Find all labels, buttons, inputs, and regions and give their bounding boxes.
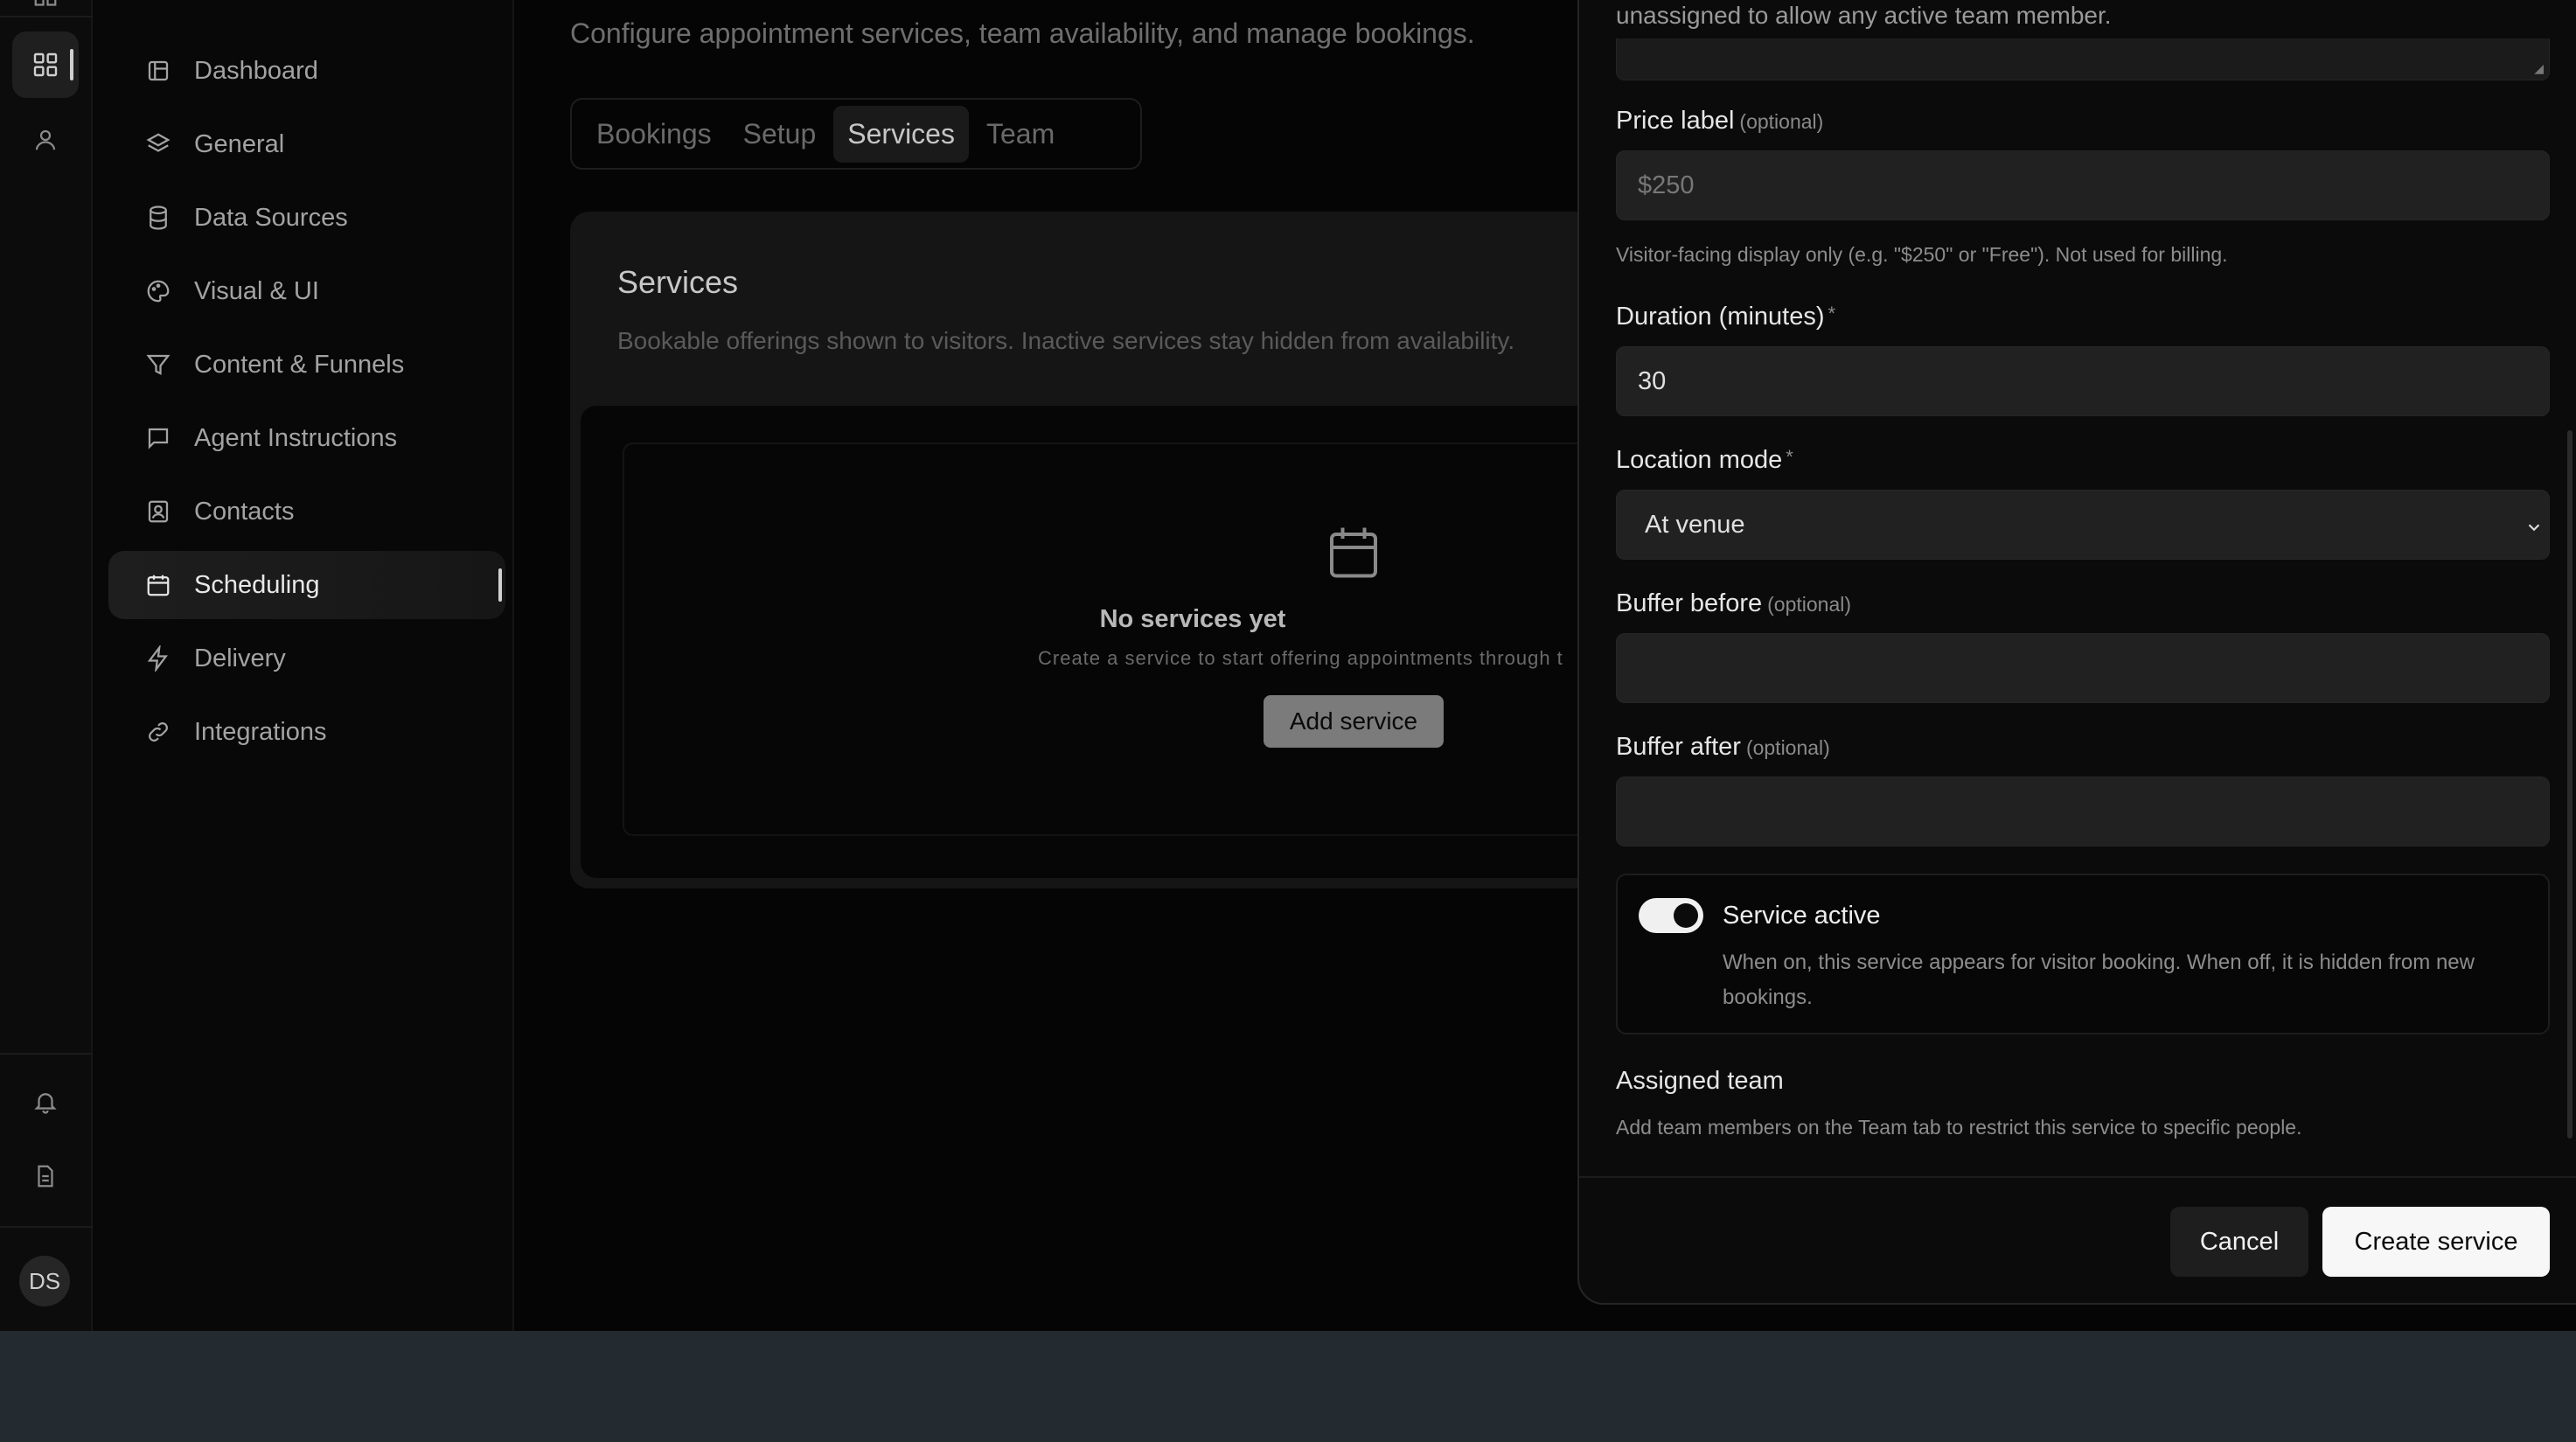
page-subtitle: Configure appointment services, team ava… (570, 17, 1475, 49)
price-label: Price label (optional) (1616, 107, 1824, 135)
sidebar-item-data-sources[interactable]: Data Sources (108, 184, 505, 252)
sidebar-item-label: Agent Instructions (194, 423, 398, 452)
bell-icon[interactable] (12, 1069, 79, 1135)
sidebar-item-label: Data Sources (194, 203, 348, 232)
sidebar-item-label: Visual & UI (194, 276, 319, 305)
services-title: Services (617, 264, 739, 300)
tab-bar: Bookings Setup Services Team (570, 98, 1142, 170)
duration-label: Duration (minutes) * (1616, 303, 1836, 331)
create-service-drawer: unassigned to allow any active team memb… (1577, 0, 2576, 1305)
buffer-before-input[interactable] (1616, 633, 2550, 703)
price-input[interactable]: $250 (1616, 150, 2550, 220)
user-icon[interactable] (12, 107, 79, 173)
funnel-icon (146, 354, 171, 375)
create-service-button[interactable]: Create service (2322, 1207, 2550, 1277)
lightning-icon (147, 645, 168, 672)
services-description: Bookable offerings shown to visitors. In… (617, 327, 1515, 354)
buffer-after-label: Buffer after (optional) (1616, 733, 1830, 761)
service-active-card: Service active When on, this service app… (1616, 874, 2550, 1034)
location-mode-select[interactable]: At venue (1616, 490, 2550, 560)
app-window: DS Dashboard General Data Sources Visual… (0, 0, 2576, 1331)
drawer-scrollbar[interactable] (2567, 430, 2573, 1139)
rail-divider (0, 1226, 93, 1228)
cancel-button[interactable]: Cancel (2170, 1207, 2308, 1277)
services-card: Services Bookable offerings shown to vis… (570, 212, 1698, 888)
contact-card-icon (148, 500, 169, 523)
calendar-icon (147, 575, 170, 596)
sidebar-item-integrations[interactable]: Integrations (108, 698, 505, 766)
sidebar-item-general[interactable]: General (108, 110, 505, 178)
location-mode-value: At venue (1645, 510, 1745, 539)
sidebar-item-contacts[interactable]: Contacts (108, 477, 505, 546)
add-service-button[interactable]: Add service (1264, 695, 1444, 748)
service-active-toggle[interactable] (1639, 898, 1703, 933)
drawer-footer-divider (1579, 1176, 2576, 1178)
layers-icon (146, 133, 171, 152)
database-icon (150, 206, 167, 230)
sidebar-item-dashboard[interactable]: Dashboard (108, 37, 505, 105)
document-icon[interactable] (12, 1143, 79, 1209)
rail-divider (0, 16, 93, 17)
resize-handle-icon[interactable]: ◢ (2534, 61, 2544, 76)
sidebar-item-content-funnels[interactable]: Content & Funnels (108, 331, 505, 399)
sidebar-item-label: Delivery (194, 644, 286, 672)
icon-rail: DS (0, 0, 93, 1331)
buffer-before-label: Buffer before (optional) (1616, 589, 1852, 617)
sidebar: Dashboard General Data Sources Visual & … (93, 0, 514, 1331)
buffer-after-input[interactable] (1616, 777, 2550, 846)
empty-state (623, 442, 1698, 836)
dashboard-icon (148, 60, 169, 81)
empty-state-description: Create a service to start offering appoi… (1038, 647, 1563, 669)
sidebar-item-delivery[interactable]: Delivery (108, 624, 505, 693)
tab-setup[interactable]: Setup (729, 106, 831, 163)
apps-grid-icon[interactable] (12, 31, 79, 98)
sidebar-item-scheduling[interactable]: Scheduling (108, 551, 505, 619)
tab-bookings[interactable]: Bookings (582, 106, 726, 163)
price-help-text: Visitor-facing display only (e.g. "$250"… (1616, 243, 2228, 266)
duration-input[interactable]: 30 (1616, 346, 2550, 416)
sidebar-item-visual-ui[interactable]: Visual & UI (108, 257, 505, 325)
description-textarea[interactable]: ◢ (1616, 38, 2550, 80)
service-active-title: Service active (1723, 902, 1881, 930)
sidebar-item-label: Contacts (194, 497, 295, 526)
assigned-team-help: Add team members on the Team tab to rest… (1616, 1116, 2302, 1139)
assigned-team-title: Assigned team (1616, 1067, 1784, 1095)
palette-icon (147, 280, 170, 303)
assignment-help-text: unassigned to allow any active team memb… (1616, 2, 2112, 29)
sidebar-item-label: Scheduling (194, 570, 320, 599)
avatar[interactable]: DS (19, 1256, 70, 1306)
sidebar-item-label: Integrations (194, 717, 327, 746)
tab-team[interactable]: Team (972, 106, 1069, 163)
chevron-down-icon (2524, 515, 2544, 544)
calendar-icon (1327, 523, 1380, 585)
service-active-description: When on, this service appears for visito… (1723, 951, 2475, 1009)
services-panel (581, 406, 1698, 878)
message-square-icon (148, 428, 169, 449)
sidebar-item-label: Dashboard (194, 56, 318, 85)
rail-divider (0, 1053, 93, 1055)
tab-services[interactable]: Services (833, 105, 969, 163)
sidebar-item-label: Content & Funnels (194, 350, 405, 379)
link-icon (149, 722, 168, 742)
sidebar-item-label: General (194, 129, 285, 158)
location-mode-label: Location mode * (1616, 446, 1793, 474)
sidebar-item-agent-instructions[interactable]: Agent Instructions (108, 404, 505, 472)
